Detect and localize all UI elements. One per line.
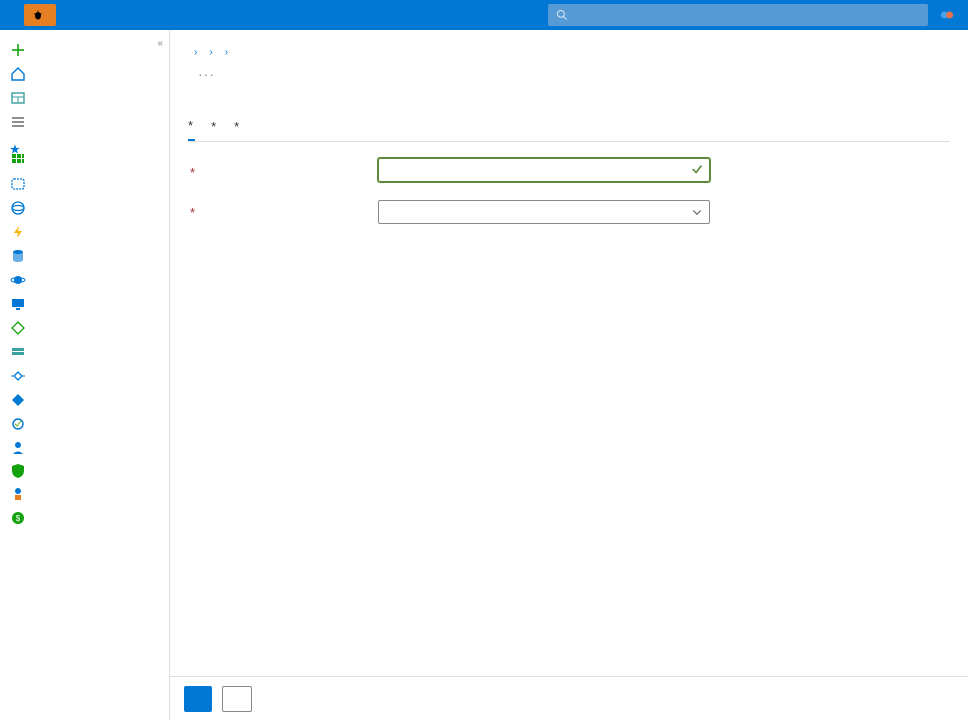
shield-icon <box>10 463 26 479</box>
fhir-name-label: * <box>188 165 378 180</box>
more-actions-button[interactable]: ··· <box>198 66 215 82</box>
nav-all-services[interactable] <box>0 110 169 134</box>
nav-all-resources[interactable] <box>0 148 169 172</box>
nav-resource-groups[interactable] <box>0 172 169 196</box>
database-icon <box>10 248 26 264</box>
search-icon <box>556 9 568 21</box>
plus-icon <box>10 42 26 58</box>
bug-icon <box>32 9 44 21</box>
nav-create-resource[interactable] <box>0 38 169 62</box>
nav-load-balancers[interactable] <box>0 316 169 340</box>
fhir-version-select[interactable] <box>378 200 710 224</box>
chevron-down-icon <box>691 206 703 218</box>
fhir-name-input[interactable] <box>378 158 710 182</box>
main-content: › › › ··· * * * * <box>170 30 968 720</box>
review-create-button[interactable] <box>184 686 212 712</box>
nav-dashboard[interactable] <box>0 86 169 110</box>
sidebar: « ★ <box>0 30 170 720</box>
nav-help-support[interactable] <box>0 482 169 506</box>
nav-advisor[interactable] <box>0 436 169 460</box>
tabs: * * * <box>188 118 950 142</box>
monitor-icon <box>10 416 26 432</box>
nav-defender[interactable] <box>0 460 169 482</box>
support-icon <box>10 486 26 502</box>
favorites-header: ★ <box>0 134 169 148</box>
nav-storage-accounts[interactable] <box>0 340 169 364</box>
nav-sql-databases[interactable] <box>0 244 169 268</box>
nav-app-services[interactable] <box>0 196 169 220</box>
storage-icon <box>10 344 26 360</box>
dashboard-icon <box>10 90 26 106</box>
vnet-icon <box>10 368 26 384</box>
resource-group-icon <box>10 176 26 192</box>
tab-security[interactable]: * <box>234 118 241 141</box>
home-icon <box>10 66 26 82</box>
nav-entra-id[interactable] <box>0 388 169 412</box>
wizard-footer <box>170 676 968 720</box>
top-bar <box>0 0 968 30</box>
vm-icon <box>10 296 26 312</box>
copilot-button[interactable] <box>940 8 958 22</box>
global-search-input[interactable] <box>548 4 928 26</box>
cosmos-icon <box>10 272 26 288</box>
nav-monitor[interactable] <box>0 412 169 436</box>
cost-icon: $ <box>10 510 26 526</box>
advisor-icon <box>10 440 26 456</box>
chevron-right-icon: › <box>225 47 228 58</box>
list-icon <box>10 114 26 130</box>
fhir-version-label: * <box>188 205 378 220</box>
tab-basics[interactable]: * <box>188 118 195 141</box>
report-bug-button[interactable] <box>24 4 56 26</box>
chevron-right-icon: › <box>194 47 197 58</box>
chevron-right-icon: › <box>209 47 212 58</box>
entra-icon <box>10 392 26 408</box>
function-icon <box>10 224 26 240</box>
nav-function-app[interactable] <box>0 220 169 244</box>
tab-additional-settings[interactable]: * <box>211 118 218 141</box>
checkmark-icon <box>690 162 704 176</box>
breadcrumb: › › › <box>188 40 950 64</box>
nav-virtual-networks[interactable] <box>0 364 169 388</box>
nav-virtual-machines[interactable] <box>0 292 169 316</box>
app-services-icon <box>10 200 26 216</box>
nav-cosmos-db[interactable] <box>0 268 169 292</box>
nav-home[interactable] <box>0 62 169 86</box>
load-balancer-icon <box>10 320 26 336</box>
sidebar-collapse-button[interactable]: « <box>157 38 163 49</box>
star-icon: ★ <box>10 143 20 156</box>
copilot-icon <box>940 8 954 22</box>
svg-text:$: $ <box>16 514 21 523</box>
nav-cost-mgmt[interactable]: $ <box>0 506 169 530</box>
next-button[interactable] <box>222 686 252 712</box>
